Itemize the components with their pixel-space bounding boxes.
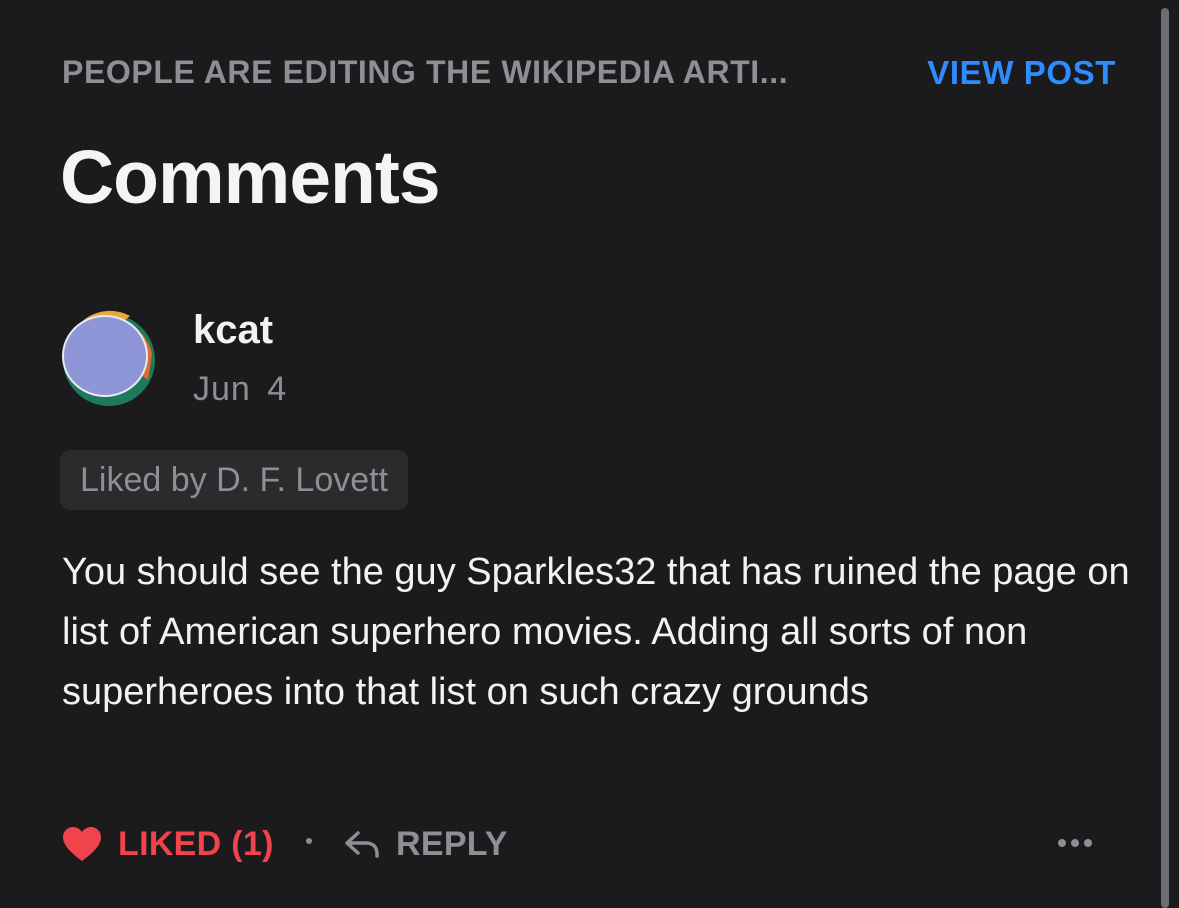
page-title: Comments xyxy=(60,135,441,219)
heart-icon xyxy=(62,826,102,862)
avatar-image xyxy=(62,310,155,406)
top-bar: PEOPLE ARE EDITING THE WIKIPEDIA ARTI...… xyxy=(62,52,1116,96)
scrollbar[interactable] xyxy=(1161,8,1169,908)
comment-date: Jun 4 xyxy=(193,370,288,408)
more-icon xyxy=(1058,839,1092,847)
more-button[interactable] xyxy=(1056,828,1096,858)
reply-button[interactable]: REPLY xyxy=(344,818,508,870)
reply-arrow-icon xyxy=(344,829,380,859)
avatar[interactable] xyxy=(60,310,156,406)
like-label: LIKED (1) xyxy=(118,824,274,863)
liked-by-badge: Liked by D. F. Lovett xyxy=(60,450,409,510)
post-title: PEOPLE ARE EDITING THE WIKIPEDIA ARTI... xyxy=(62,54,789,90)
comment-body: You should see the guy Sparkles32 that h… xyxy=(62,551,1130,713)
comment-actions: LIKED (1) REPLY xyxy=(62,818,1096,870)
separator-dot xyxy=(306,838,312,844)
like-button[interactable]: LIKED (1) xyxy=(62,818,274,870)
reply-label: REPLY xyxy=(396,824,508,863)
view-post-link[interactable]: VIEW POST xyxy=(927,54,1116,92)
comment-author[interactable]: kcat xyxy=(193,308,273,353)
